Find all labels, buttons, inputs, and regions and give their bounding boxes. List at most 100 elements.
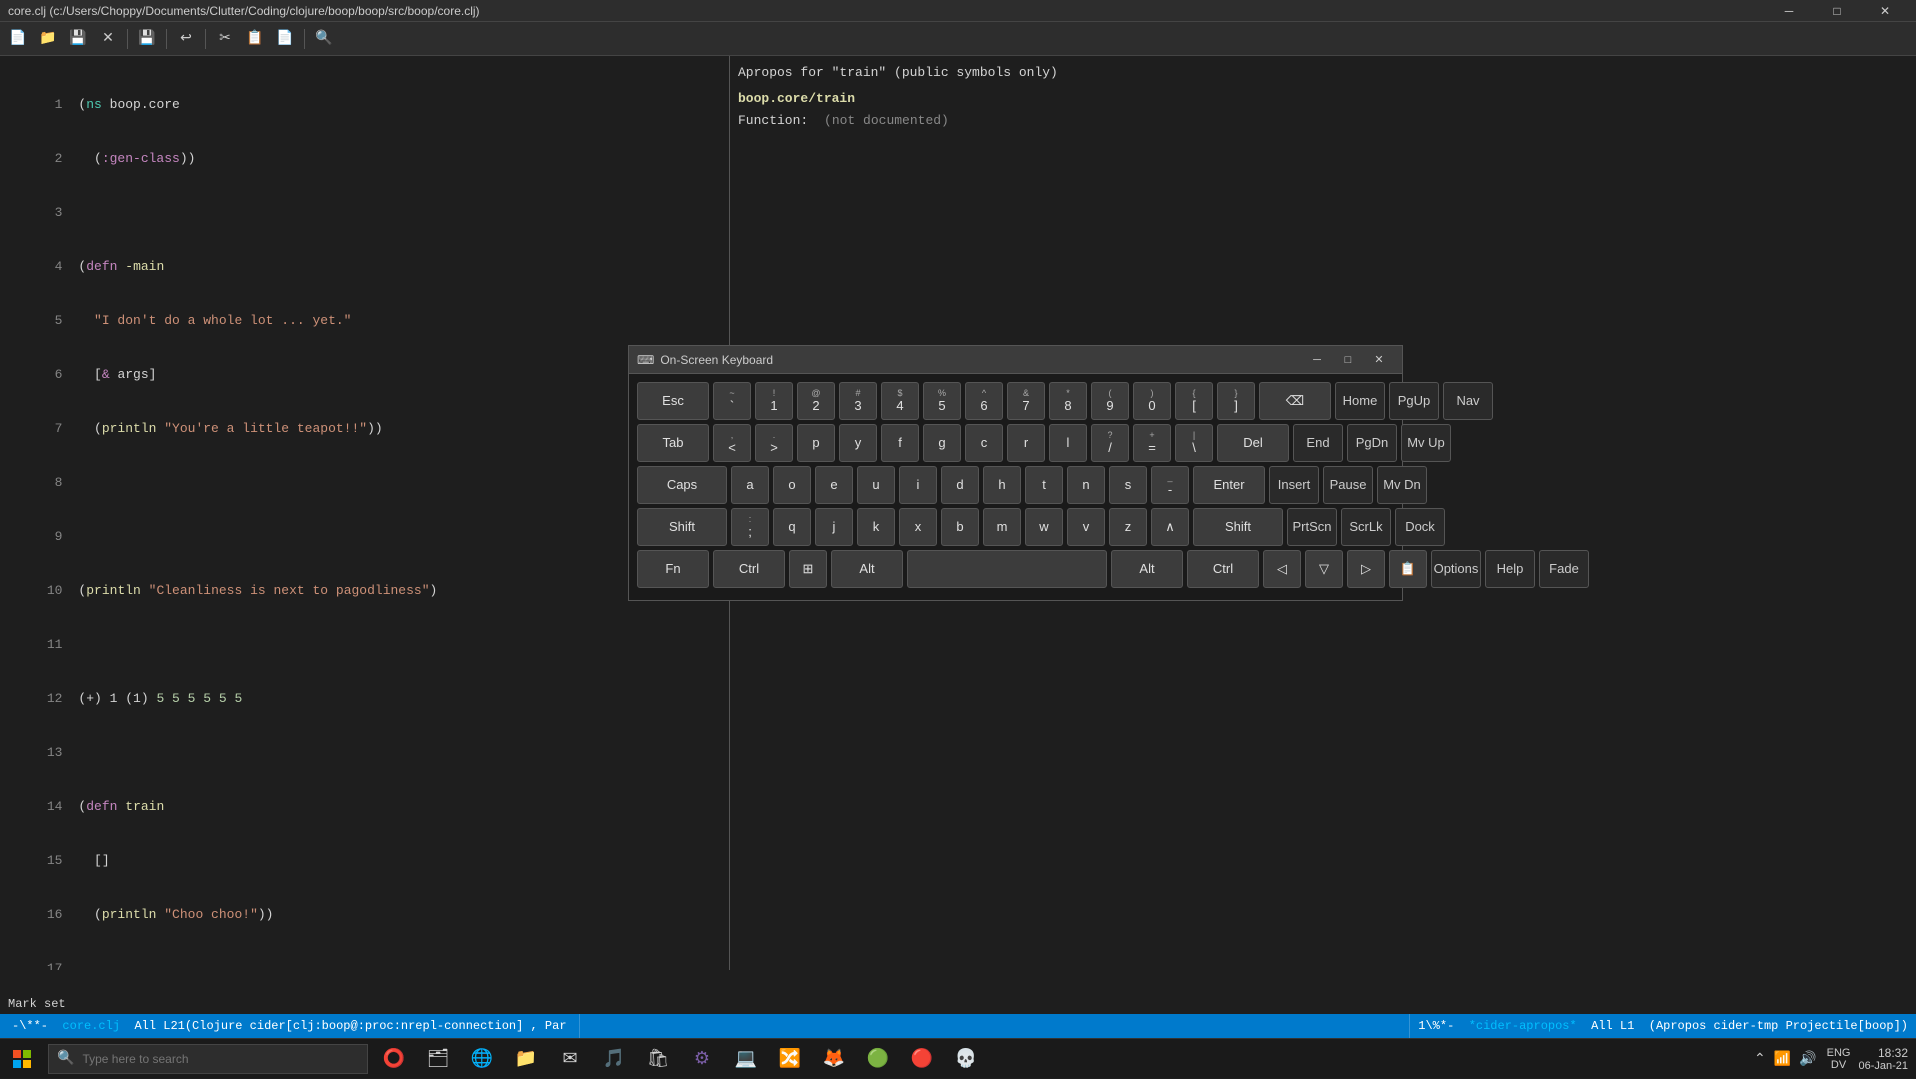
key-options[interactable]: Options [1431, 550, 1481, 588]
key-shift-left[interactable]: Shift [637, 508, 727, 546]
new-file-button[interactable]: 📄 [4, 25, 32, 53]
taskbar-groove-icon[interactable]: 🎵 [592, 1039, 636, 1079]
key-scrlk[interactable]: ScrLk [1341, 508, 1391, 546]
key-slash[interactable]: ?/ [1091, 424, 1129, 462]
open-file-button[interactable]: 📁 [34, 25, 62, 53]
key-tab[interactable]: Tab [637, 424, 709, 462]
taskbar-emacs-icon[interactable]: ⚙ [680, 1039, 724, 1079]
key-6[interactable]: ^6 [965, 382, 1003, 420]
key-1[interactable]: !1 [755, 382, 793, 420]
key-ctrl-right[interactable]: Ctrl [1187, 550, 1259, 588]
key-dash[interactable]: _- [1151, 466, 1189, 504]
undo-button[interactable]: ↩ [172, 25, 200, 53]
minimize-button[interactable]: ─ [1766, 0, 1812, 22]
taskbar-edge-icon[interactable]: 🌐 [460, 1039, 504, 1079]
key-backspace[interactable]: ⌫ [1259, 382, 1331, 420]
key-v[interactable]: v [1067, 508, 1105, 546]
taskbar-terminal-icon[interactable]: 💻 [724, 1039, 768, 1079]
key-shift-right[interactable]: Shift [1193, 508, 1283, 546]
taskbar-red-icon[interactable]: 🔴 [900, 1039, 944, 1079]
key-g[interactable]: g [923, 424, 961, 462]
taskbar-skull-icon[interactable]: 💀 [944, 1039, 988, 1079]
key-pipe[interactable]: |\ [1175, 424, 1213, 462]
taskbar-green-icon[interactable]: 🟢 [856, 1039, 900, 1079]
maximize-button[interactable]: □ [1814, 0, 1860, 22]
key-esc[interactable]: Esc [637, 382, 709, 420]
cut-button[interactable]: ✂ [211, 25, 239, 53]
key-a[interactable]: a [731, 466, 769, 504]
close-file-button[interactable]: ✕ [94, 25, 122, 53]
key-fn[interactable]: Fn [637, 550, 709, 588]
taskbar-taskview-icon[interactable]: 🗂 [416, 1039, 460, 1079]
osk-close-button[interactable]: ✕ [1364, 349, 1394, 371]
key-end[interactable]: End [1293, 424, 1343, 462]
key-home[interactable]: Home [1335, 382, 1385, 420]
key-alt-right[interactable]: Alt [1111, 550, 1183, 588]
key-d[interactable]: d [941, 466, 979, 504]
key-5[interactable]: %5 [923, 382, 961, 420]
key-arrow-right[interactable]: ▷ [1347, 550, 1385, 588]
key-z[interactable]: z [1109, 508, 1147, 546]
key-pgup[interactable]: PgUp [1389, 382, 1439, 420]
taskbar-cortana-icon[interactable]: ⭕ [372, 1039, 416, 1079]
key-delete[interactable]: Del [1217, 424, 1289, 462]
key-mvdn[interactable]: Mv Dn [1377, 466, 1427, 504]
key-o[interactable]: o [773, 466, 811, 504]
key-mvup[interactable]: Mv Up [1401, 424, 1451, 462]
key-2[interactable]: @2 [797, 382, 835, 420]
taskbar-browser2-icon[interactable]: 🦊 [812, 1039, 856, 1079]
key-lbracket[interactable]: {[ [1175, 382, 1213, 420]
key-dock[interactable]: Dock [1395, 508, 1445, 546]
close-button[interactable]: ✕ [1862, 0, 1908, 22]
search-button[interactable]: 🔍 [310, 25, 338, 53]
key-w[interactable]: w [1025, 508, 1063, 546]
key-up-arrow[interactable]: ∧ [1151, 508, 1189, 546]
start-button[interactable] [0, 1039, 44, 1079]
key-s[interactable]: s [1109, 466, 1147, 504]
tray-volume-icon[interactable]: 🔊 [1797, 1048, 1818, 1069]
key-l[interactable]: l [1049, 424, 1087, 462]
key-b[interactable]: b [941, 508, 979, 546]
key-fade[interactable]: Fade [1539, 550, 1589, 588]
key-pgdn[interactable]: PgDn [1347, 424, 1397, 462]
key-pause[interactable]: Pause [1323, 466, 1373, 504]
key-8[interactable]: *8 [1049, 382, 1087, 420]
copy-button[interactable]: 📋 [241, 25, 269, 53]
key-help[interactable]: Help [1485, 550, 1535, 588]
key-caps[interactable]: Caps [637, 466, 727, 504]
key-i[interactable]: i [899, 466, 937, 504]
osk-maximize-button[interactable]: □ [1333, 349, 1363, 371]
key-q[interactable]: q [773, 508, 811, 546]
tray-chevron-icon[interactable]: ⌃ [1752, 1048, 1768, 1069]
key-9[interactable]: (9 [1091, 382, 1129, 420]
key-k[interactable]: k [857, 508, 895, 546]
paste-button[interactable]: 📄 [271, 25, 299, 53]
save-as-button[interactable]: 💾 [133, 25, 161, 53]
key-enter[interactable]: Enter [1193, 466, 1265, 504]
tray-network-icon[interactable]: 📶 [1772, 1048, 1793, 1069]
window-controls[interactable]: ─ □ ✕ [1766, 0, 1908, 22]
key-rbracket[interactable]: }] [1217, 382, 1255, 420]
key-semicolon[interactable]: :; [731, 508, 769, 546]
taskbar-explorer-icon[interactable]: 📁 [504, 1039, 548, 1079]
taskbar-git-icon[interactable]: 🔀 [768, 1039, 812, 1079]
search-input[interactable] [82, 1052, 359, 1066]
osk-minimize-button[interactable]: ─ [1302, 349, 1332, 371]
key-n[interactable]: n [1067, 466, 1105, 504]
taskbar-mail-icon[interactable]: ✉ [548, 1039, 592, 1079]
key-insert[interactable]: Insert [1269, 466, 1319, 504]
key-arrow-left[interactable]: ◁ [1263, 550, 1301, 588]
system-clock[interactable]: 18:32 06-Jan-21 [1858, 1046, 1908, 1072]
key-clipboard[interactable]: 📋 [1389, 550, 1427, 588]
key-4[interactable]: $4 [881, 382, 919, 420]
key-space[interactable] [907, 550, 1107, 588]
key-3[interactable]: #3 [839, 382, 877, 420]
taskbar-store-icon[interactable]: 🛍 [636, 1039, 680, 1079]
search-bar[interactable]: 🔍 [48, 1044, 368, 1074]
key-ctrl-left[interactable]: Ctrl [713, 550, 785, 588]
key-u[interactable]: u [857, 466, 895, 504]
osk-window-controls[interactable]: ─ □ ✕ [1302, 349, 1394, 371]
key-t[interactable]: t [1025, 466, 1063, 504]
key-comma-lt[interactable]: ,< [713, 424, 751, 462]
key-f[interactable]: f [881, 424, 919, 462]
